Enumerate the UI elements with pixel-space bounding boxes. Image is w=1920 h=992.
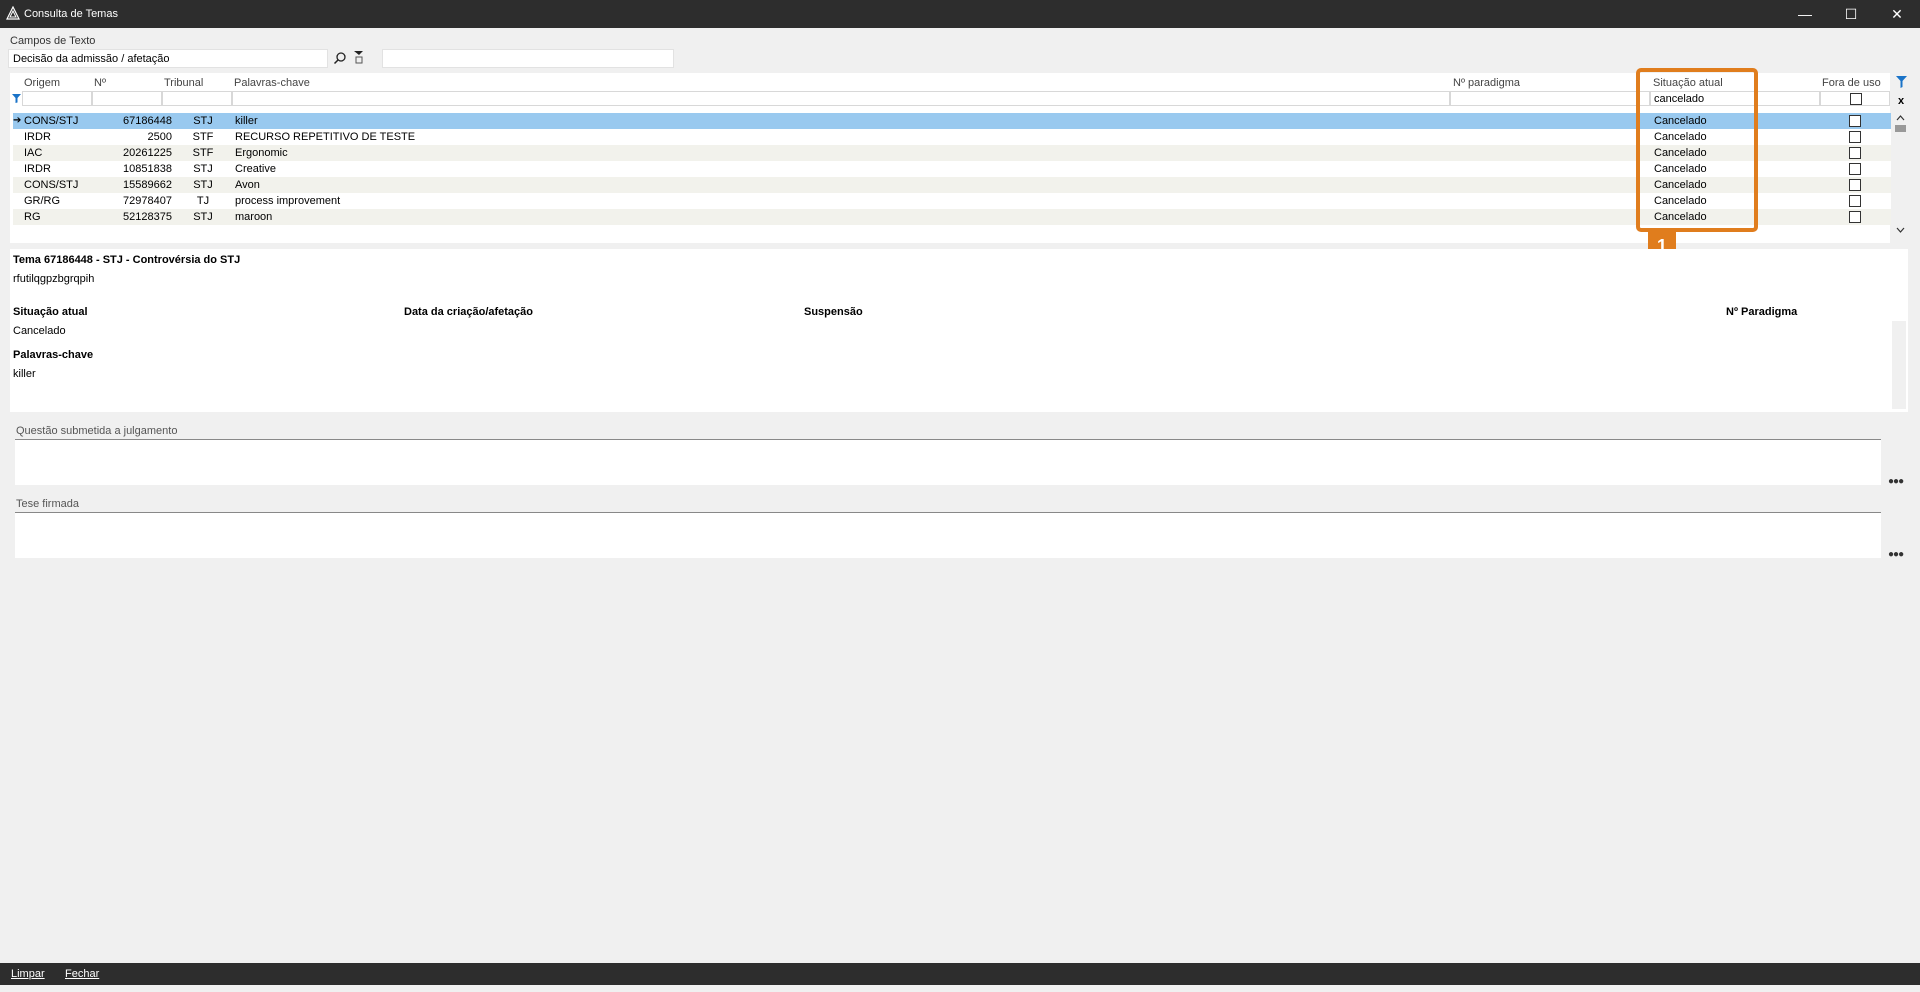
cell-tribunal: STJ: [193, 211, 213, 223]
cell-fora-uso-checkbox[interactable]: [1849, 115, 1861, 127]
detail-panel: Tema 67186448 - STJ - Controvérsia do ST…: [10, 249, 1908, 412]
palavras-value: killer: [13, 368, 36, 380]
filter-numero[interactable]: [92, 91, 162, 106]
cell-palavras: maroon: [235, 211, 273, 223]
cell-numero: 52128375: [123, 211, 172, 223]
cell-origem: CONS/STJ: [24, 115, 79, 127]
situacao-value: Cancelado: [13, 325, 66, 337]
grid-scrollbar[interactable]: [1893, 112, 1908, 240]
search-icon[interactable]: [333, 51, 347, 65]
cell-fora-uso-checkbox[interactable]: [1849, 131, 1861, 143]
tese-label: Tese firmada: [16, 498, 79, 510]
cell-fora-uso-checkbox[interactable]: [1849, 179, 1861, 191]
cell-tribunal: STJ: [193, 163, 213, 175]
table-row[interactable]: GR/RG 72978407 TJ process improvement Ca…: [13, 193, 1891, 209]
text-field-select[interactable]: Decisão da admissão / afetação: [8, 49, 328, 68]
scroll-thumb[interactable]: [1895, 125, 1906, 132]
title-bar: Consulta de Temas — ☐ ✕: [0, 0, 1920, 28]
current-row-arrow-icon: ➔: [13, 115, 22, 126]
window-title: Consulta de Temas: [24, 8, 118, 20]
cell-palavras: process improvement: [235, 195, 341, 207]
data-criacao-label: Data da criação/afetação: [404, 306, 534, 318]
bottom-bar: Limpar Fechar: [0, 963, 1920, 985]
cell-numero: 20261225: [123, 147, 172, 159]
cell-tribunal: STJ: [193, 115, 213, 127]
cell-origem: IRDR: [24, 131, 51, 143]
cell-palavras: killer: [235, 115, 258, 127]
cell-fora-uso-checkbox[interactable]: [1849, 147, 1861, 159]
filter-clear-icon[interactable]: [353, 50, 365, 64]
questao-label: Questão submetida a julgamento: [16, 425, 178, 437]
filter-row-icon: [12, 94, 21, 103]
col-header-numero[interactable]: Nº: [94, 77, 106, 89]
table-row[interactable]: IRDR 10851838 STJ Creative Cancelado: [13, 161, 1891, 177]
cell-palavras: Ergonomic: [235, 147, 288, 159]
cell-numero: 67186448: [123, 115, 172, 127]
text-field-select-value: Decisão da admissão / afetação: [13, 53, 170, 65]
table-row[interactable]: IRDR 2500 STF RECURSO REPETITIVO DE TEST…: [13, 129, 1891, 145]
app-logo-icon: [6, 6, 20, 20]
paradigma-label: Nº Paradigma: [1726, 306, 1798, 318]
questao-expand-icon[interactable]: ●●●: [1888, 476, 1904, 487]
questao-textarea[interactable]: [15, 439, 1881, 485]
cell-numero: 72978407: [123, 195, 172, 207]
table-row[interactable]: RG 52128375 STJ maroon Cancelado: [13, 209, 1891, 225]
cell-origem: RG: [24, 211, 41, 223]
search-text-input[interactable]: [382, 49, 674, 68]
suspensao-label: Suspensão: [804, 306, 863, 318]
palavras-label: Palavras-chave: [13, 349, 94, 361]
grid-filter-icon[interactable]: [1895, 75, 1908, 89]
col-header-origem[interactable]: Origem: [24, 77, 60, 89]
detail-heading: Tema 67186448 - STJ - Controvérsia do ST…: [13, 254, 241, 266]
scroll-down-icon[interactable]: [1896, 227, 1905, 234]
filter-fora-uso-checkbox[interactable]: [1850, 93, 1862, 105]
col-header-tribunal[interactable]: Tribunal: [164, 77, 203, 89]
cell-origem: IRDR: [24, 163, 51, 175]
col-header-palavras[interactable]: Palavras-chave: [234, 77, 310, 89]
limpar-button[interactable]: Limpar: [11, 968, 45, 980]
filter-tribunal[interactable]: [162, 91, 232, 106]
minimize-button[interactable]: —: [1782, 0, 1828, 28]
detail-subtitle: rfutilqgpzbgrqpih: [13, 273, 95, 285]
tese-expand-icon[interactable]: ●●●: [1888, 549, 1904, 560]
cell-tribunal: STJ: [193, 179, 213, 191]
cell-tribunal: TJ: [196, 195, 210, 207]
cell-tribunal: STF: [192, 131, 214, 143]
cell-palavras: RECURSO REPETITIVO DE TESTE: [235, 131, 416, 143]
col-header-paradigma[interactable]: Nº paradigma: [1453, 77, 1520, 89]
close-button[interactable]: ✕: [1874, 0, 1920, 28]
detail-scrollbar[interactable]: [1892, 321, 1906, 409]
filter-paradigma[interactable]: [1450, 91, 1650, 106]
cell-numero: 15589662: [123, 179, 172, 191]
table-row[interactable]: ➔ CONS/STJ 67186448 STJ killer Cancelado: [13, 113, 1891, 129]
cell-origem: CONS/STJ: [24, 179, 79, 191]
cell-palavras: Avon: [235, 179, 260, 191]
filter-fora-uso[interactable]: [1820, 91, 1890, 106]
cell-fora-uso-checkbox[interactable]: [1849, 195, 1861, 207]
annotation-highlight: [1636, 68, 1758, 232]
cell-origem: GR/RG: [24, 195, 61, 207]
campos-texto-label: Campos de Texto: [10, 35, 96, 47]
scroll-up-icon[interactable]: [1896, 114, 1905, 121]
filter-palavras[interactable]: [232, 91, 1450, 106]
cell-fora-uso-checkbox[interactable]: [1849, 211, 1861, 223]
cell-numero: 10851838: [123, 163, 172, 175]
cell-origem: IAC: [24, 147, 43, 159]
col-header-fora-uso[interactable]: Fora de uso: [1822, 77, 1881, 89]
fechar-button[interactable]: Fechar: [65, 968, 99, 980]
table-row[interactable]: IAC 20261225 STF Ergonomic Cancelado: [13, 145, 1891, 161]
table-row[interactable]: CONS/STJ 15589662 STJ Avon Cancelado: [13, 177, 1891, 193]
filter-origem[interactable]: [22, 91, 92, 106]
cell-palavras: Creative: [235, 163, 276, 175]
cell-tribunal: STF: [192, 147, 214, 159]
cell-numero: 2500: [147, 131, 172, 143]
situacao-label: Situação atual: [13, 306, 88, 318]
clear-filter-icon[interactable]: x: [1898, 95, 1904, 107]
maximize-button[interactable]: ☐: [1828, 0, 1874, 28]
tese-textarea[interactable]: [15, 512, 1881, 558]
cell-fora-uso-checkbox[interactable]: [1849, 163, 1861, 175]
